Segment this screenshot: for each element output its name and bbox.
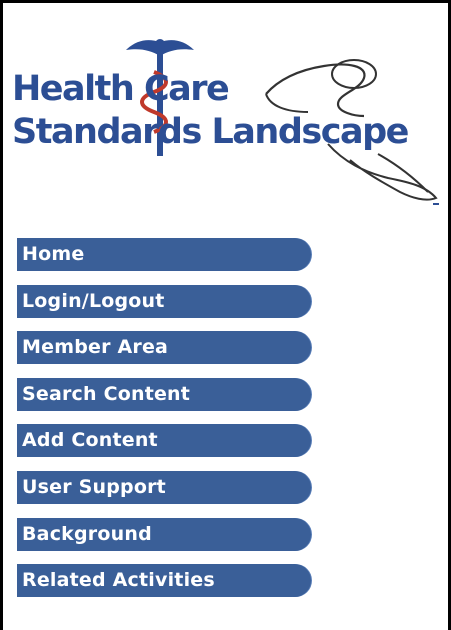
logo-line-1: Health Care [12, 69, 230, 109]
nav-item-related-activities[interactable]: Related Activities [17, 564, 311, 598]
nav-item-member-area[interactable]: Member Area [17, 331, 311, 365]
nav-item-add-content[interactable]: Add Content [17, 424, 311, 458]
nav-item-user-support[interactable]: User Support [17, 470, 311, 504]
nav-item-label: Search Content [22, 382, 191, 405]
nav-item-label: Related Activities [22, 569, 215, 592]
logo-line-2: Standards Landscape [12, 112, 409, 152]
nav-item-label: Login/Logout [22, 289, 165, 312]
nav-item-label: User Support [22, 475, 166, 498]
nav-item-search-content[interactable]: Search Content [17, 377, 311, 411]
site-logo[interactable]: Health Care Standards Landscape [8, 32, 448, 212]
nav-item-background[interactable]: Background [17, 517, 311, 551]
divider [433, 203, 439, 205]
nav-item-label: Home [22, 243, 85, 265]
nav-item-login-logout[interactable]: Login/Logout [17, 284, 311, 318]
nav-item-label: Background [22, 522, 152, 545]
main-navigation: Home Login/Logout Member Area Search Con… [17, 238, 317, 611]
nav-item-home[interactable]: Home [17, 238, 311, 271]
nav-item-label: Add Content [22, 429, 158, 452]
nav-item-label: Member Area [22, 336, 169, 359]
